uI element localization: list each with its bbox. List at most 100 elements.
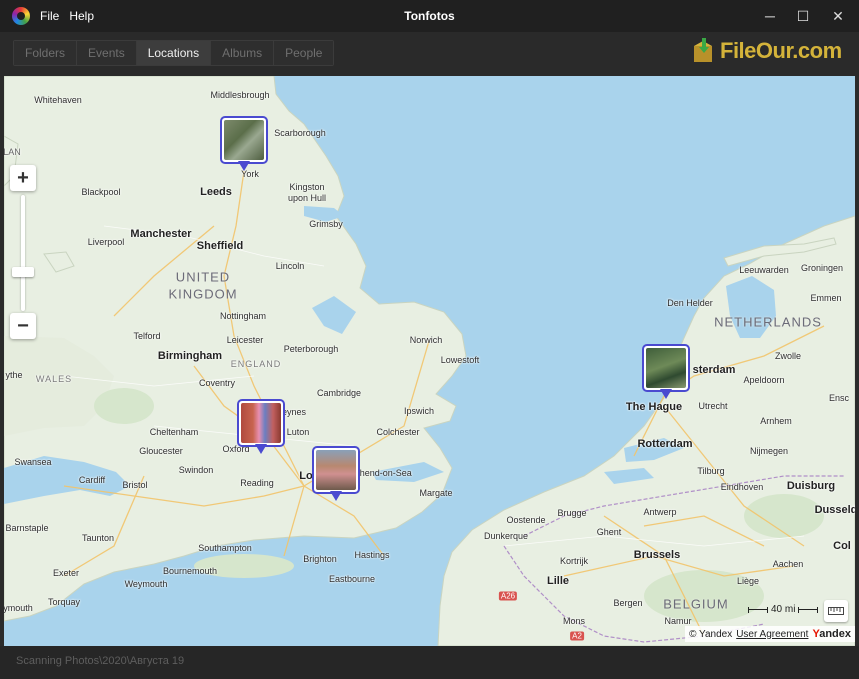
zoom-track[interactable] xyxy=(21,195,25,311)
marker-pointer xyxy=(255,444,267,454)
photo-thumbnail xyxy=(241,403,281,443)
toolbar: Folders Events Locations Albums People F… xyxy=(0,32,859,76)
map-attribution: © Yandex User Agreement Yandex xyxy=(685,626,855,642)
user-agreement-link[interactable]: User Agreement xyxy=(736,629,808,640)
map-label: Telford xyxy=(133,331,161,341)
map-label: BELGIUM xyxy=(663,596,729,612)
marker-pointer xyxy=(238,161,250,171)
map-label: Cambridge xyxy=(316,388,362,398)
photo-thumbnail xyxy=(646,348,686,388)
map-label: Bergen xyxy=(613,598,643,608)
menu-bar: File Help xyxy=(40,9,94,23)
map-label: Scarborough xyxy=(274,128,326,138)
map-label: LAN xyxy=(4,147,21,157)
map-label: Cheltenham xyxy=(149,427,199,437)
marker-frame xyxy=(237,399,285,447)
maximize-icon: ☐ xyxy=(796,7,810,24)
road-shield: A26 xyxy=(498,591,518,601)
map-label: Barnstaple xyxy=(5,523,49,533)
map-label: Brugge xyxy=(557,508,587,518)
menu-help[interactable]: Help xyxy=(69,9,94,23)
app-window: File Help Tonfotos ─ ☐ ✕ Folders Events … xyxy=(0,0,859,679)
map-label: WALES xyxy=(35,374,73,384)
tab-events[interactable]: Events xyxy=(77,41,137,65)
window-title: Tonfotos xyxy=(404,9,455,23)
map-label: Swansea xyxy=(14,457,52,467)
map-label: Utrecht xyxy=(698,401,728,411)
map-label: Mons xyxy=(562,616,586,626)
close-button[interactable]: ✕ xyxy=(820,0,856,32)
map-label: Leeds xyxy=(200,186,232,198)
close-icon: ✕ xyxy=(832,7,844,24)
zoom-control: + − xyxy=(10,165,36,339)
map-label: Den Helder xyxy=(667,298,713,308)
tab-locations[interactable]: Locations xyxy=(136,41,212,65)
map-label: Liverpool xyxy=(87,237,125,247)
map-label: Rotterdam xyxy=(637,438,693,450)
status-text: Scanning Photos\2020\Августа 19 xyxy=(16,655,185,667)
map-label: Emmen xyxy=(810,293,842,303)
map-label: sterdam xyxy=(692,364,736,376)
map-view[interactable]: Middlesbrough Whitehaven Scarborough Yor… xyxy=(4,76,855,646)
watermark-box-icon xyxy=(692,38,716,64)
map-label: Exeter xyxy=(52,568,80,578)
zoom-in-button[interactable]: + xyxy=(10,165,36,191)
map-label: Antwerp xyxy=(643,507,677,517)
map-label: Taunton xyxy=(81,533,115,543)
map-scale: 40 mi xyxy=(748,604,819,615)
photo-marker-oxford[interactable] xyxy=(237,399,285,455)
menu-file[interactable]: File xyxy=(40,9,59,23)
yandex-logo[interactable]: Yandex xyxy=(812,628,851,640)
minimize-icon: ─ xyxy=(765,8,775,24)
photo-thumbnail xyxy=(224,120,264,160)
map-label: Margate xyxy=(419,488,453,498)
zoom-out-button[interactable]: − xyxy=(10,313,36,339)
view-tabs: Folders Events Locations Albums People xyxy=(13,40,335,66)
zoom-slider-handle[interactable] xyxy=(12,266,34,277)
ruler-button[interactable] xyxy=(824,600,848,622)
status-bar: Scanning Photos\2020\Августа 19 xyxy=(0,646,859,679)
map-label: NETHERLANDS xyxy=(714,314,822,330)
map-label: Torquay xyxy=(47,597,81,607)
plus-icon: + xyxy=(17,166,29,189)
map-label: uthend-on-Sea xyxy=(352,468,412,478)
map-base xyxy=(4,76,855,646)
ruler-icon xyxy=(828,607,844,615)
map-label: Lowestoft xyxy=(440,355,480,365)
map-label: Luton xyxy=(286,427,310,437)
tab-folders[interactable]: Folders xyxy=(14,41,78,65)
watermark: FileOur.com xyxy=(692,38,842,64)
scale-bar-right xyxy=(798,606,819,613)
photo-marker-thehague[interactable] xyxy=(642,344,690,400)
map-label: Weymouth xyxy=(124,579,168,589)
map-label: Brussels xyxy=(633,549,681,561)
map-label: Sheffield xyxy=(196,240,244,252)
map-label: Leeuwarden xyxy=(739,265,789,275)
map-label: Coventry xyxy=(198,378,236,388)
map-label: Gloucester xyxy=(139,446,183,456)
map-label: ENGLAND xyxy=(230,359,282,369)
map-label: Lo xyxy=(299,470,313,482)
map-label: Ensc xyxy=(828,393,850,403)
tab-people[interactable]: People xyxy=(274,41,334,65)
watermark-text: FileOur.com xyxy=(720,38,842,63)
maximize-button[interactable]: ☐ xyxy=(785,0,821,32)
map-label: Norwich xyxy=(409,335,443,345)
map-label: Oostende xyxy=(506,515,546,525)
title-bar: File Help Tonfotos ─ ☐ ✕ xyxy=(0,0,859,32)
tab-albums[interactable]: Albums xyxy=(211,41,275,65)
scale-bar-left xyxy=(748,606,768,613)
map-label: Swindon xyxy=(178,465,214,475)
map-label: Eastbourne xyxy=(328,574,376,584)
photo-marker-london[interactable] xyxy=(312,446,360,502)
map-label: Eindhoven xyxy=(720,482,764,492)
map-label: Tilburg xyxy=(697,466,725,476)
map-label: Kortrijk xyxy=(559,556,589,566)
map-label: Middlesbrough xyxy=(210,90,270,100)
map-label: Bournemouth xyxy=(162,566,218,576)
photo-marker-york[interactable] xyxy=(220,116,268,172)
map-label: Col xyxy=(833,540,851,552)
minimize-button[interactable]: ─ xyxy=(752,0,788,32)
map-label: The Hague xyxy=(625,401,683,413)
minus-icon: − xyxy=(17,314,29,337)
